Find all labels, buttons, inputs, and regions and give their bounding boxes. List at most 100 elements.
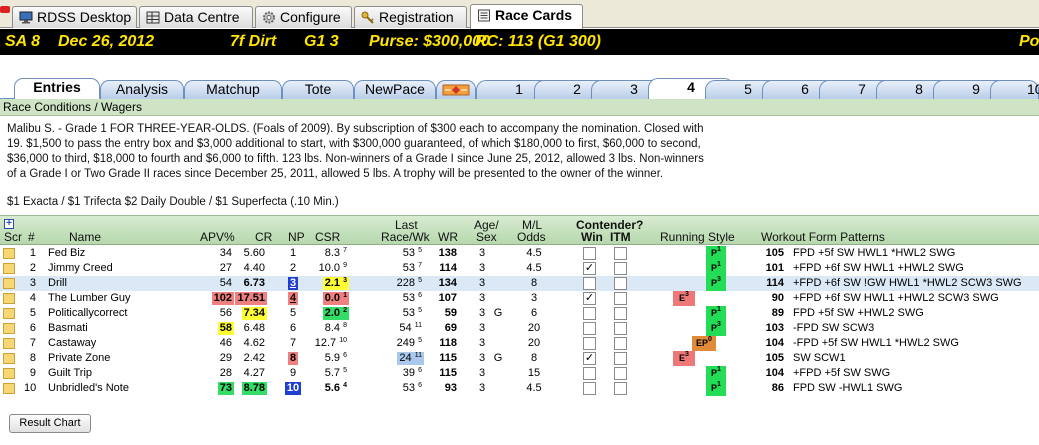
table-row[interactable]: 1 Fed Biz 34 5.60 1 8.3 7 53 5 138 3 4.5 P1 105 FPD … [0,246,1039,261]
col-name[interactable]: Name [69,231,101,243]
col-ml-2[interactable]: Odds [517,231,546,243]
itm-checkbox[interactable] [614,367,627,380]
scratch-toggle[interactable] [3,263,15,274]
scratch-toggle[interactable] [3,338,15,349]
sex-cell-value [496,247,500,260]
apv-cell: 46 [196,336,234,351]
col-number[interactable]: # [28,231,35,243]
program-number-value: 2 [29,262,36,274]
csr-cell: 5.7 5 [305,366,349,381]
win-checkbox[interactable] [583,322,596,335]
ml-odds-cell-value: 6 [530,307,538,319]
csr-cell-rank: 1 [343,292,347,299]
win-checkbox[interactable]: ✓ [583,352,596,365]
tab-registration[interactable]: Registration [354,6,467,28]
win-checkbox[interactable] [583,307,596,320]
tab-newpace[interactable]: NewPace [354,80,436,99]
itm-checkbox[interactable] [614,247,627,260]
tab-rdss-desktop[interactable]: RDSS Desktop [12,6,137,28]
horse-name: Castaway [46,336,186,351]
age-cell: 3 [475,306,489,321]
scratch-toggle[interactable] [3,353,15,364]
scratch-toggle[interactable] [3,293,15,304]
workout-score: 104 [756,366,786,381]
running-style-points: 3 [685,351,689,358]
program-number: 9 [22,366,38,381]
csr-cell-value: 5.7 5 [323,367,349,380]
itm-checkbox[interactable] [614,292,627,305]
csr-cell: 5.9 6 [305,351,349,366]
scratch-toggle[interactable] [3,383,15,394]
ml-odds-cell-value: 8 [530,352,538,364]
win-checkbox[interactable] [583,337,596,350]
itm-checkbox[interactable] [614,382,627,395]
csr-cell-main: 5.9 [324,352,341,364]
csr-cell-value: 2.0 2 [322,307,349,320]
table-row[interactable]: 2 Jimmy Creed 27 4.40 2 10.0 9 53 7 114 3 4.5 ✓ P1 1… [0,261,1039,276]
last-race-cell-rank: 7 [418,262,422,269]
apv-cell: 56 [196,306,234,321]
last-race-cell-rank: 6 [418,367,422,374]
itm-checkbox[interactable] [614,277,627,290]
tab-configure[interactable]: Configure [255,6,352,28]
col-itm[interactable]: ITM [610,231,631,243]
pace-diamond-icon [442,84,470,96]
horse-name: Politicallycorrect [46,306,186,321]
tab-matchup[interactable]: Matchup [184,80,282,99]
scratch-toggle[interactable] [3,248,15,259]
itm-checkbox[interactable] [614,262,627,275]
scratch-toggle[interactable] [3,278,15,289]
sex-cell [491,261,505,276]
itm-checkbox[interactable] [614,352,627,365]
col-win[interactable]: Win [581,231,603,243]
table-row[interactable]: 3 Drill 54 6.73 3 2.1 3 228 5 134 3 8 P3 114 +FPD +6… [0,276,1039,291]
col-scr[interactable]: Scr [4,231,22,243]
col-workout-patterns[interactable]: Workout Form Patterns [761,231,885,243]
tab-data-centre[interactable]: Data Centre [139,6,253,28]
table-row[interactable]: 4 The Lumber Guy 102 17.51 4 0.0 1 53 6 107 3 3 ✓ E… [0,291,1039,306]
last-race-cell: 53 6 [372,291,424,306]
table-row[interactable]: 8 Private Zone 29 2.42 8 5.9 6 24 11 115 3 G 8 ✓ E3 1… [0,351,1039,366]
running-style-badge: P1 [706,261,726,276]
table-row[interactable]: 7 Castaway 46 4.62 7 12.7 10 249 5 118 3 20 EP0 104… [0,336,1039,351]
win-checkbox[interactable]: ✓ [583,262,596,275]
col-cr[interactable]: CR [255,231,272,243]
scratch-toggle[interactable] [3,323,15,334]
itm-checkbox[interactable] [614,307,627,320]
col-apv[interactable]: APV% [200,231,235,243]
win-checkbox[interactable] [583,367,596,380]
table-row[interactable]: 6 Basmati 58 6.48 6 8.4 8 54 11 69 3 20 P3 103 -FPD … [0,321,1039,336]
col-wr[interactable]: WR [438,231,458,243]
win-checkbox[interactable] [583,247,596,260]
cr-cell: 4.62 [232,336,267,351]
gear-icon [263,11,275,24]
win-checkbox[interactable] [583,382,596,395]
col-csr[interactable]: CSR [315,231,340,243]
last-race-cell-value: 39 6 [401,367,424,380]
cr-cell-value: 6.73 [243,277,265,289]
tab-analysis[interactable]: Analysis [100,80,184,99]
tab-tote[interactable]: Tote [282,80,354,99]
horse-name-value: Basmati [48,322,88,334]
col-np[interactable]: NP [288,231,305,243]
apv-cell: 27 [196,261,234,276]
table-row[interactable]: 5 Politicallycorrect 56 7.34 5 2.0 2 53 5 59 3 G 6… [0,306,1039,321]
result-chart-button[interactable]: Result Chart [9,414,91,433]
scratch-toggle[interactable] [3,368,15,379]
win-checkbox[interactable] [583,277,596,290]
itm-checkbox[interactable] [614,322,627,335]
win-checkbox[interactable]: ✓ [583,292,596,305]
tab-race-cards[interactable]: Race Cards [470,4,583,29]
col-last-2[interactable]: Race/Wk [381,231,430,243]
expand-all-button[interactable]: + [4,219,14,229]
itm-checkbox[interactable] [614,337,627,350]
col-running-style[interactable]: Running Style [660,231,735,243]
col-agesex-2[interactable]: Sex [476,231,497,243]
tab-entries[interactable]: Entries [14,78,100,100]
table-row[interactable]: 10 Unbridled's Note 73 8.78 10 5.6 4 53 6 93 3 4.… [0,381,1039,396]
tab-pace-graphic[interactable] [436,80,476,99]
tab-race-10[interactable]: 10 [990,80,1039,99]
scratch-toggle[interactable] [3,308,15,319]
back-arrow-icon[interactable] [0,6,10,13]
table-row[interactable]: 9 Guilt Trip 28 4.27 9 5.7 5 39 6 115 3 15 P1 104 +F… [0,366,1039,381]
